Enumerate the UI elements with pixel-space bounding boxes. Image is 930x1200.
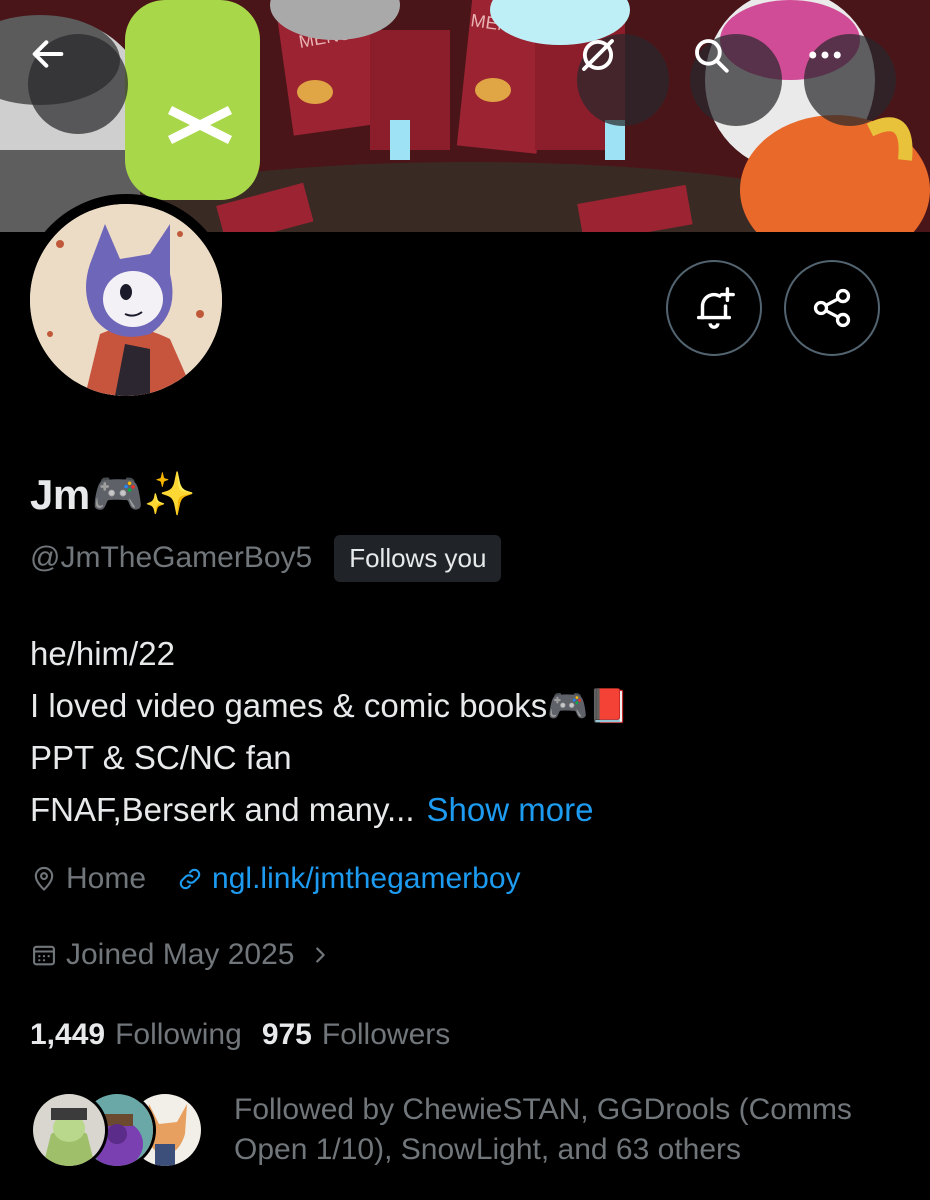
profile-meta-row: Home ngl.link/jmthegamerboy — [30, 862, 521, 896]
grok-button[interactable] — [577, 34, 669, 126]
follower-avatar — [30, 1091, 108, 1169]
location-text: Home — [66, 862, 147, 895]
display-name: Jm 🎮✨ — [30, 470, 196, 519]
avatar[interactable] — [30, 204, 222, 396]
bio-line: PPT & SC/NC fan — [30, 732, 629, 784]
bio-line-1: he/him/22 — [30, 635, 175, 672]
display-name-emoji: 🎮✨ — [91, 470, 196, 517]
follow-counts: 1,449 Following 975 Followers — [30, 1018, 450, 1052]
share-icon — [810, 286, 854, 330]
bio-line: FNAF,Berserk and many... Show more — [30, 784, 629, 836]
followers-link[interactable]: 975 Followers — [262, 1018, 450, 1052]
bio-line-2: I loved video games & comic books — [30, 687, 548, 724]
bell-plus-icon — [691, 285, 737, 331]
bio-line-3: PPT & SC/NC fan — [30, 739, 292, 776]
avatar-illustration — [30, 204, 222, 396]
followers-count: 975 — [261, 1018, 312, 1051]
joined-text: Joined May 2025 — [66, 938, 295, 971]
following-link[interactable]: 1,449 Following — [30, 1018, 242, 1052]
handle: @JmTheGamerBoy5 — [30, 541, 313, 574]
bio: he/him/22 I loved video games & comic bo… — [30, 628, 629, 836]
handle-row: @JmTheGamerBoy5 Follows you — [30, 534, 502, 582]
following-label: Following — [115, 1018, 242, 1051]
notifications-button[interactable] — [666, 260, 762, 356]
bio-line: I loved video games & comic books 🎮📕 — [30, 680, 629, 732]
calendar-icon — [30, 941, 58, 969]
show-more-link[interactable]: Show more — [427, 784, 594, 836]
followed-by-row[interactable]: Followed by ChewieSTAN, GGDrools (Comms … — [30, 1090, 884, 1170]
more-button[interactable] — [804, 34, 896, 126]
following-count: 1,449 — [30, 1018, 106, 1051]
link-icon — [176, 865, 204, 893]
chevron-right-icon — [309, 944, 331, 966]
display-name-text: Jm — [30, 470, 90, 518]
bio-line-4: FNAF,Berserk and many... — [30, 791, 415, 828]
joined-row[interactable]: Joined May 2025 — [30, 938, 331, 972]
bio-line-2-emoji: 🎮📕 — [547, 687, 630, 724]
share-button[interactable] — [784, 260, 880, 356]
avatar-frame — [20, 194, 232, 406]
location-pin-icon — [30, 865, 58, 893]
search-button[interactable] — [690, 34, 782, 126]
back-button[interactable] — [28, 34, 128, 134]
followed-by-text: Followed by ChewieSTAN, GGDrools (Comms … — [234, 1093, 852, 1166]
follows-you-badge: Follows you — [334, 534, 502, 582]
followers-label: Followers — [321, 1018, 451, 1051]
bio-line: he/him/22 — [30, 628, 629, 680]
website-link[interactable]: ngl.link/jmthegamerboy — [212, 862, 520, 896]
